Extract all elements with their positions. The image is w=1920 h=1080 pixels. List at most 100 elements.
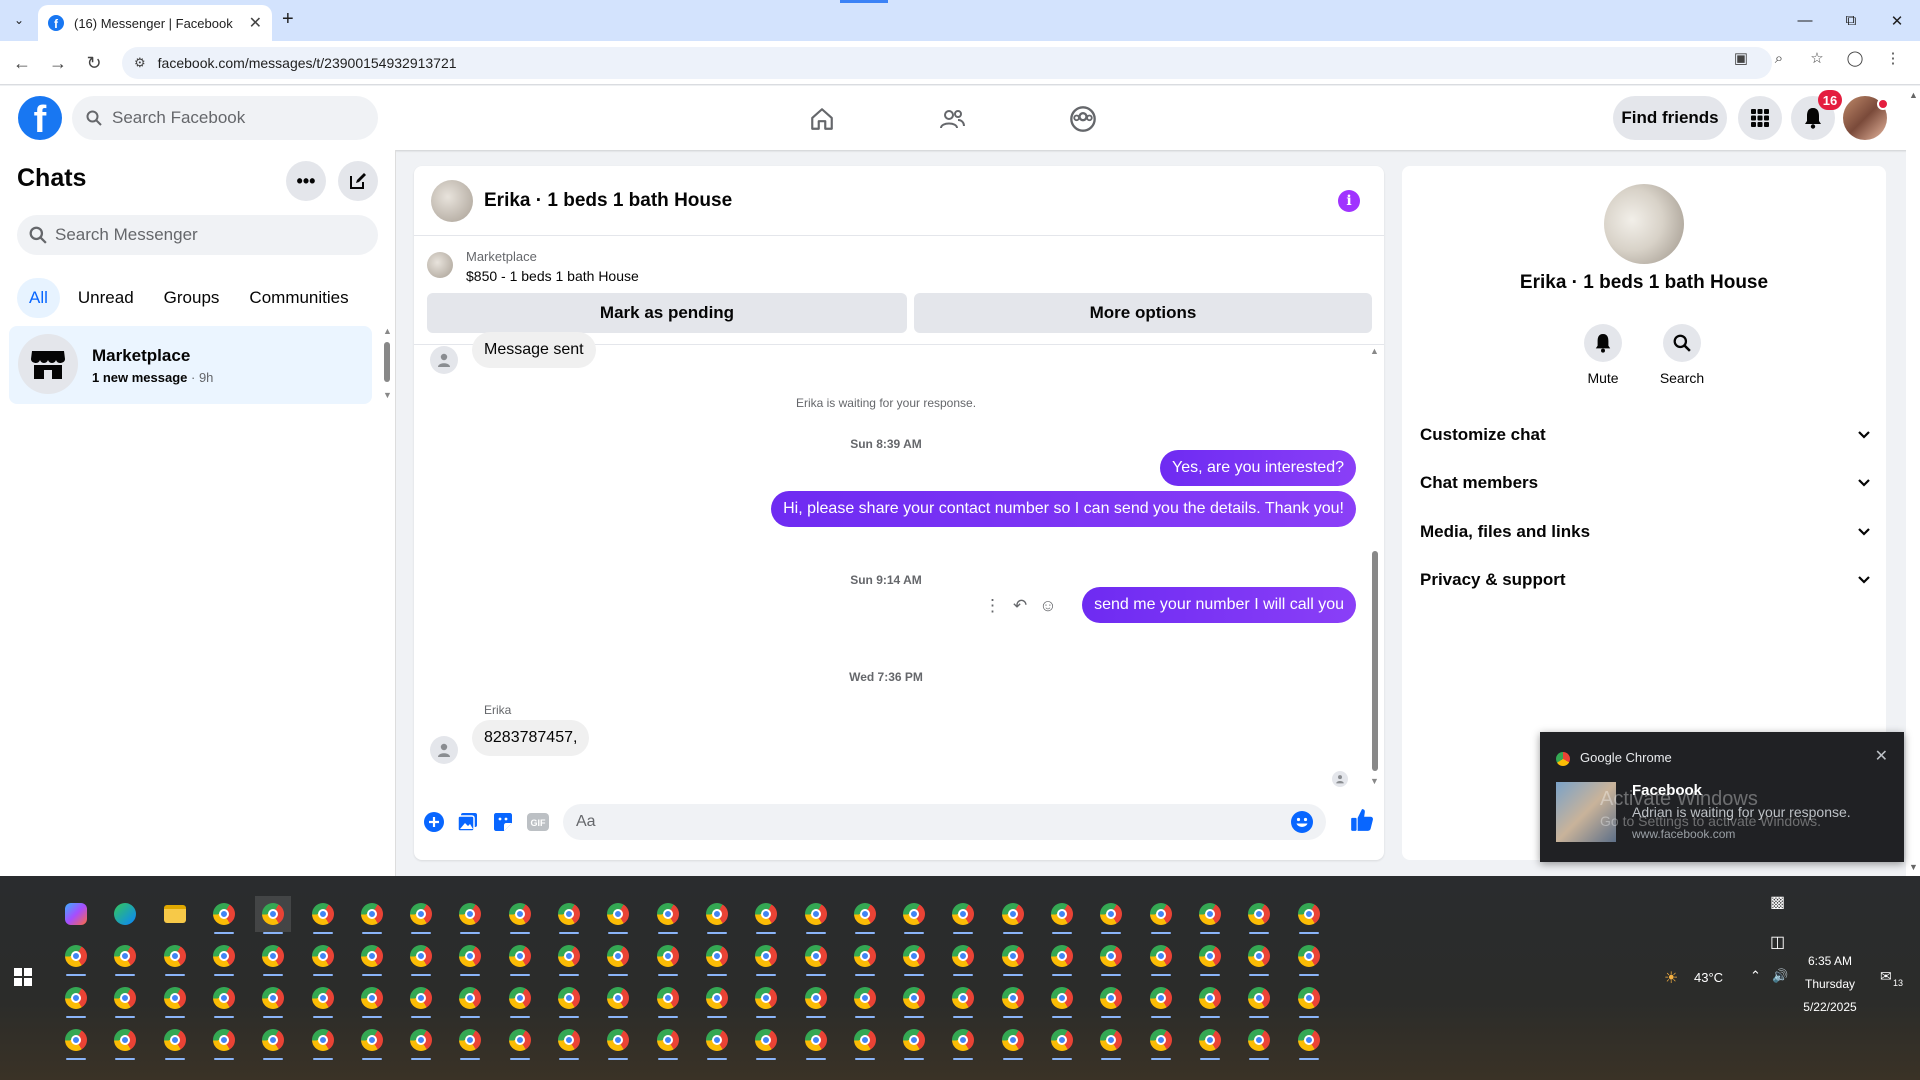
zoom-icon[interactable]: ⌕ [1768, 47, 1790, 69]
chrome-taskbar-icon[interactable] [452, 896, 488, 934]
chrome-taskbar-icon[interactable] [1044, 980, 1080, 1018]
chrome-taskbar-icon[interactable] [748, 980, 784, 1018]
chrome-taskbar-icon[interactable] [995, 980, 1031, 1018]
taskbar-clock[interactable]: 6:35 AM Thursday 5/22/2025 [1790, 950, 1870, 1019]
chrome-taskbar-icon[interactable] [896, 1022, 932, 1060]
chat-list-item-marketplace[interactable]: Marketplace 1 new message · 9h [9, 326, 372, 404]
conversation-title[interactable]: Erika · 1 beds 1 bath House [484, 190, 732, 212]
chrome-taskbar-icon[interactable] [847, 980, 883, 1018]
chrome-taskbar-icon[interactable] [1044, 938, 1080, 976]
listing-thumbnail[interactable] [427, 252, 453, 278]
chrome-taskbar-icon[interactable] [650, 938, 686, 976]
sticker-icon[interactable] [491, 810, 515, 834]
info-icon[interactable]: i [1338, 190, 1360, 212]
chrome-taskbar-icon[interactable] [798, 896, 834, 934]
chrome-taskbar-icon[interactable] [600, 938, 636, 976]
chrome-taskbar-icon[interactable] [58, 938, 94, 976]
groups-icon[interactable] [1066, 102, 1100, 136]
weather-icon[interactable]: ☀ [1664, 968, 1678, 988]
close-icon[interactable]: ✕ [1875, 746, 1888, 766]
browser-menu-icon[interactable]: ⋮ [1882, 47, 1904, 69]
chrome-taskbar-icon[interactable] [995, 1022, 1031, 1060]
scroll-up-arrow-icon[interactable]: ▲ [1370, 346, 1379, 356]
chrome-taskbar-icon[interactable] [551, 1022, 587, 1060]
chrome-taskbar-icon[interactable] [1093, 1022, 1129, 1060]
copilot-app-icon[interactable] [58, 896, 94, 932]
chrome-taskbar-icon[interactable] [58, 1022, 94, 1060]
search-in-chat-button[interactable]: Search [1642, 324, 1722, 386]
new-message-icon[interactable] [338, 161, 378, 201]
chrome-taskbar-icon[interactable] [896, 896, 932, 934]
message-bubble-incoming[interactable]: Message sent [472, 332, 596, 368]
chrome-taskbar-icon[interactable] [157, 980, 193, 1018]
chrome-taskbar-icon[interactable] [452, 980, 488, 1018]
chrome-taskbar-icon[interactable] [1192, 980, 1228, 1018]
chrome-taskbar-icon[interactable] [551, 896, 587, 934]
chrome-taskbar-icon[interactable] [502, 980, 538, 1018]
chrome-taskbar-icon[interactable] [255, 938, 291, 976]
reply-icon[interactable]: ↶ [1013, 596, 1027, 616]
chrome-taskbar-icon[interactable] [403, 896, 439, 934]
message-input[interactable]: Aa [563, 804, 1326, 840]
scroll-up-arrow-icon[interactable]: ▲ [1909, 90, 1918, 100]
chrome-taskbar-icon[interactable] [798, 938, 834, 976]
chrome-taskbar-icon[interactable] [945, 1022, 981, 1060]
chrome-taskbar-icon[interactable] [748, 1022, 784, 1060]
chrome-taskbar-icon[interactable] [403, 1022, 439, 1060]
chrome-taskbar-icon[interactable] [452, 1022, 488, 1060]
chrome-taskbar-icon[interactable] [945, 980, 981, 1018]
like-thumbs-up-icon[interactable] [1348, 806, 1376, 834]
meet-now-icon[interactable]: ▩ [1770, 892, 1785, 912]
scroll-down-arrow-icon[interactable]: ▼ [1370, 776, 1379, 786]
chrome-taskbar-icon[interactable] [107, 980, 143, 1018]
scroll-up-arrow-icon[interactable]: ▲ [383, 326, 392, 336]
site-info-icon[interactable]: ⚙ [134, 55, 146, 71]
chrome-taskbar-icon[interactable] [354, 938, 390, 976]
chrome-taskbar-icon[interactable] [1044, 1022, 1080, 1060]
chat-list-scroll-thumb[interactable] [384, 342, 390, 382]
more-options-button[interactable]: More options [914, 293, 1372, 333]
chrome-taskbar-icon[interactable] [748, 896, 784, 934]
chrome-taskbar-icon[interactable] [1241, 896, 1277, 934]
browser-tab[interactable]: f (16) Messenger | Facebook ✕ [38, 5, 272, 41]
chrome-taskbar-icon[interactable] [452, 938, 488, 976]
chrome-taskbar-icon[interactable] [1291, 896, 1327, 934]
chrome-taskbar-icon[interactable] [354, 980, 390, 1018]
chrome-taskbar-icon[interactable] [847, 1022, 883, 1060]
chrome-taskbar-icon[interactable] [58, 980, 94, 1018]
chrome-taskbar-icon[interactable] [896, 980, 932, 1018]
filter-unread[interactable]: Unread [66, 278, 146, 318]
menu-grid-icon[interactable] [1738, 96, 1782, 140]
filter-groups[interactable]: Groups [152, 278, 232, 318]
home-icon[interactable] [805, 102, 839, 136]
chrome-taskbar-icon[interactable] [600, 1022, 636, 1060]
chrome-taskbar-icon[interactable] [1093, 938, 1129, 976]
chrome-taskbar-icon[interactable] [798, 1022, 834, 1060]
friends-icon[interactable] [935, 102, 969, 136]
chrome-taskbar-icon[interactable] [847, 896, 883, 934]
chrome-taskbar-icon[interactable] [551, 938, 587, 976]
chrome-taskbar-icon[interactable] [107, 1022, 143, 1060]
chats-options-icon[interactable]: ••• [286, 161, 326, 201]
weather-temp[interactable]: 43°C [1694, 970, 1723, 985]
reload-icon[interactable]: ↻ [82, 51, 106, 75]
tab-search-button[interactable]: ⌄ [6, 7, 32, 33]
chrome-taskbar-icon[interactable] [1192, 938, 1228, 976]
chrome-taskbar-icon[interactable] [502, 1022, 538, 1060]
emoji-picker-icon[interactable] [1290, 810, 1314, 834]
restore-icon[interactable]: ⧉ [1828, 0, 1874, 41]
windows-start-icon[interactable] [14, 968, 32, 986]
chrome-taskbar-icon[interactable] [1291, 980, 1327, 1018]
chrome-taskbar-icon[interactable] [896, 938, 932, 976]
file-explorer-icon[interactable] [157, 896, 193, 932]
minimize-icon[interactable]: — [1782, 0, 1828, 41]
mute-button[interactable]: Mute [1563, 324, 1643, 386]
more-actions-plus-icon[interactable] [422, 810, 446, 834]
chrome-taskbar-icon[interactable] [255, 980, 291, 1018]
find-friends-button[interactable]: Find friends [1613, 96, 1727, 140]
attach-photo-icon[interactable] [456, 810, 480, 834]
conversation-scroll-thumb[interactable] [1372, 551, 1378, 771]
scroll-down-arrow-icon[interactable]: ▼ [383, 390, 392, 400]
chrome-taskbar-icon[interactable] [798, 980, 834, 1018]
facebook-search-input[interactable]: Search Facebook [72, 96, 378, 140]
